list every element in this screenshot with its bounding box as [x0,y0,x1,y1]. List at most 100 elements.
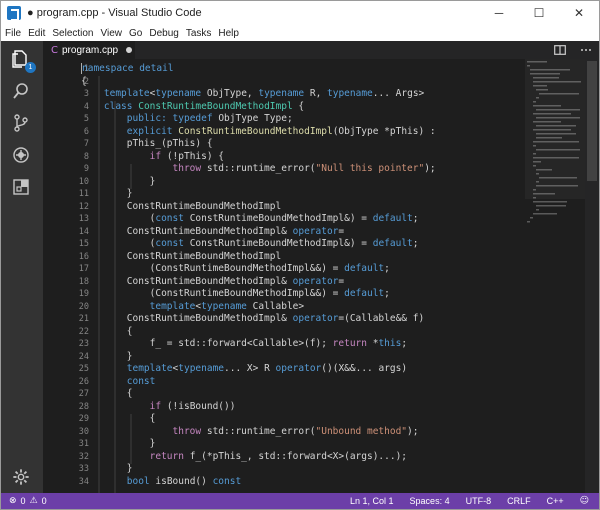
code-line[interactable]: template<typename ObjType, typename R, t… [81,88,436,101]
debug-icon[interactable] [9,143,33,167]
code-token: public: [126,113,167,124]
code-line[interactable]: ConstRuntimeBoundMethodImpl [81,251,436,264]
code-line[interactable]: public: typedef ObjType Type; [81,113,436,126]
code-line[interactable]: (ConstRuntimeBoundMethodImpl&&) = defaul… [81,288,436,301]
code-line[interactable]: namespace detail [81,63,436,76]
code-line[interactable]: explicit ConstRuntimeBoundMethodImpl(Obj… [81,126,436,139]
code-token: operator [292,275,339,287]
code-line[interactable]: (const ConstRuntimeBoundMethodImpl&) = d… [81,238,436,251]
line-ending[interactable]: CRLF [507,496,531,506]
menu-tasks[interactable]: Tasks [186,28,212,39]
menu-help[interactable]: Help [218,28,239,39]
code-token: ( [81,213,156,224]
language-mode[interactable]: C++ [547,496,564,506]
cursor-position[interactable]: Ln 1, Col 1 [350,496,394,506]
code-line[interactable]: { [81,76,436,89]
close-button[interactable]: ✕ [559,1,599,25]
menu-debug[interactable]: Debug [149,28,178,39]
code-token: throw [172,425,202,437]
maximize-button[interactable]: ☐ [519,1,559,25]
feedback-smiley-icon[interactable]: ☺ [580,496,589,506]
menu-edit[interactable]: Edit [28,28,45,39]
code-token: ObjType Type; [212,113,293,124]
code-token: ; [401,338,408,349]
search-icon[interactable] [9,79,33,103]
unsaved-dot-icon[interactable] [126,47,133,53]
code-content[interactable]: namespace detail { template<typename ObjT… [81,63,436,488]
code-line[interactable]: ConstRuntimeBoundMethodImpl& operator= [81,226,436,239]
code-token: = [338,225,345,237]
code-line[interactable]: { [81,326,436,339]
code-line[interactable]: } [81,463,436,476]
code-token: throw [172,163,202,174]
code-token: ConstRuntimeBoundMethodImpl [138,100,293,112]
split-editor-icon[interactable] [553,43,567,57]
menu-selection[interactable]: Selection [52,28,93,39]
code-line[interactable]: f_ = std::forward<Callable>(f); return *… [81,338,436,351]
code-line[interactable]: throw std::runtime_error("Null this poin… [81,163,436,176]
code-line[interactable]: ConstRuntimeBoundMethodImpl [81,201,436,214]
code-token: operator [275,363,322,374]
code-line[interactable]: template<typename... X> R operator()(X&&… [81,363,436,376]
code-token: default [344,288,385,299]
code-line[interactable]: if (!isBound()) [81,401,436,414]
problems-indicator[interactable]: ⊗ 0 ⚠ 0 [1,496,47,506]
code-token: f_ = std::forward<Callable>(f); [81,338,333,349]
vertical-scrollbar[interactable] [585,59,599,493]
code-line[interactable]: { [81,413,436,426]
code-line[interactable]: (const ConstRuntimeBoundMethodImpl&) = d… [81,213,436,226]
encoding[interactable]: UTF-8 [466,496,492,506]
code-line[interactable]: ConstRuntimeBoundMethodImpl& operator=(C… [81,313,436,326]
code-token: const [155,238,184,249]
indentation[interactable]: Spaces: 4 [410,496,450,506]
vscode-logo-icon [7,6,21,21]
cpp-file-icon: C [51,44,58,56]
code-token: const [155,213,184,224]
code-token: isBound() [149,475,213,487]
code-line[interactable]: if (!pThis) { [81,151,436,164]
extensions-icon[interactable] [9,175,33,199]
code-token: ); [407,425,419,437]
settings-gear-icon[interactable] [9,465,33,489]
code-token: std::runtime_error( [201,163,316,174]
code-token: "Null this pointer" [315,163,425,174]
code-line[interactable]: template<typename Callable> [81,301,436,314]
menu-bar: File Edit Selection View Go Debug Tasks … [1,25,599,41]
menu-file[interactable]: File [5,28,21,39]
code-line[interactable]: } [81,438,436,451]
code-line[interactable]: (ConstRuntimeBoundMethodImpl&&) = defaul… [81,263,436,276]
code-line[interactable]: bool isBound() const [81,476,436,489]
code-editor[interactable]: 1 2 3 4 5 6 7 8 9 10 11 12 13 14 15 16 17 18 19 20 21 22 23 24 2… [43,59,599,493]
status-right-group: Ln 1, Col 1 Spaces: 4 UTF-8 CRLF C++ ☺ [350,496,599,506]
code-line[interactable]: { [81,388,436,401]
code-line[interactable]: const [81,376,436,389]
explorer-icon[interactable]: 1 [9,47,36,73]
minimap[interactable] [525,59,585,493]
minimize-button[interactable]: ─ [479,1,519,25]
scrollbar-thumb[interactable] [587,61,597,181]
code-token: typename [178,363,225,374]
code-line[interactable]: return f_(*pThis_, std::forward<X>(args)… [81,451,436,464]
warning-count: 0 [41,496,47,506]
code-line[interactable]: } [81,176,436,189]
code-line[interactable]: pThis_(pThis) { [81,138,436,151]
code-line[interactable]: } [81,351,436,364]
code-token: ; [412,213,419,224]
code-token: ( [81,238,156,249]
vscode-window: ● program.cpp - Visual Studio Code ─ ☐ ✕… [0,0,600,510]
code-line[interactable]: class ConstRuntimeBoundMethodImpl { [81,101,436,114]
menu-go[interactable]: Go [129,28,142,39]
code-line[interactable]: throw std::runtime_error("Unbound method… [81,426,436,439]
menu-view[interactable]: View [101,28,123,39]
code-token: class [103,100,133,112]
more-actions-icon[interactable] [579,43,593,57]
tab-program-cpp[interactable]: C program.cpp [43,41,135,59]
editor-tab-bar: C program.cpp [43,41,599,59]
source-control-icon[interactable] [9,111,33,135]
code-token: const [126,375,156,387]
code-line[interactable]: ConstRuntimeBoundMethodImpl& operator= [81,276,436,289]
code-token: namespace detail [82,63,174,74]
code-line[interactable]: } [81,188,436,201]
